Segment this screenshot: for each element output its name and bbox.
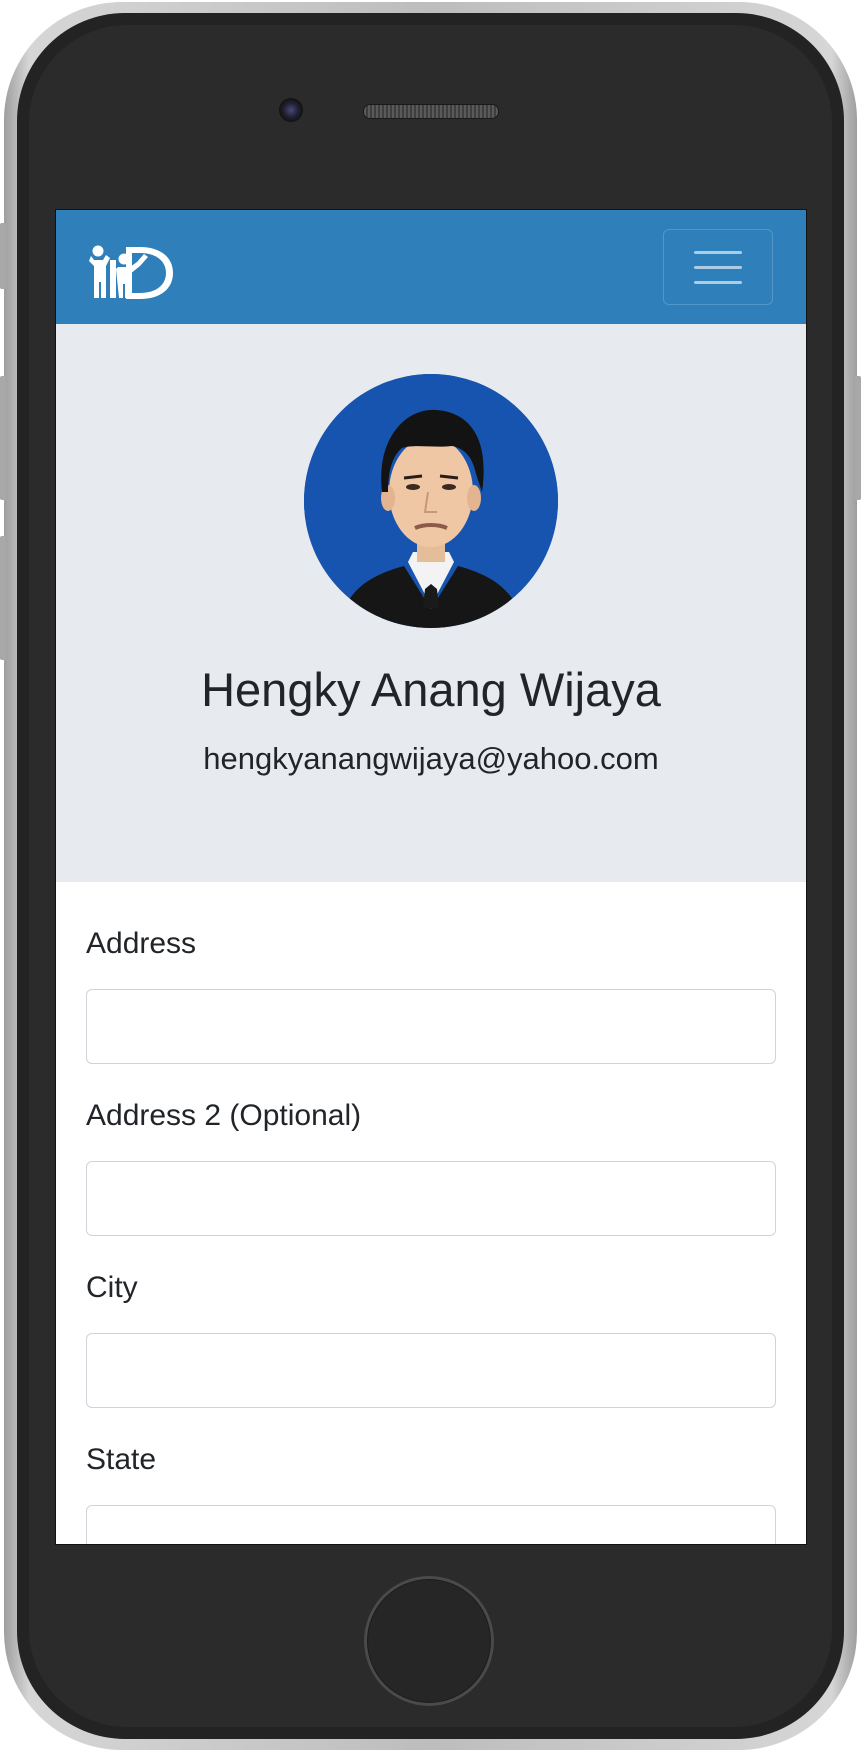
- profile-name: Hengky Anang Wijaya: [201, 663, 661, 716]
- phone-screen: Hengky Anang Wijaya hengkyanangwijaya@ya…: [55, 209, 807, 1545]
- profile-email: hengkyanangwijaya@yahoo.com: [203, 741, 659, 776]
- city-label: City: [86, 1271, 138, 1304]
- logo-icon[interactable]: [88, 244, 178, 300]
- city-input[interactable]: [86, 1333, 776, 1408]
- address-label: Address: [86, 927, 197, 960]
- address-input[interactable]: [86, 989, 776, 1064]
- address2-input[interactable]: [86, 1161, 776, 1236]
- profile-header: Hengky Anang Wijaya hengkyanangwijaya@ya…: [56, 324, 806, 882]
- home-button[interactable]: [364, 1576, 494, 1706]
- state-input[interactable]: [86, 1505, 776, 1544]
- navbar: [56, 210, 806, 324]
- address2-label: Address 2 (Optional): [86, 1099, 362, 1132]
- front-camera: [279, 98, 303, 122]
- menu-toggle-button[interactable]: [663, 229, 773, 305]
- earpiece-speaker: [363, 104, 499, 119]
- state-label: State: [86, 1443, 157, 1476]
- avatar: [304, 374, 558, 628]
